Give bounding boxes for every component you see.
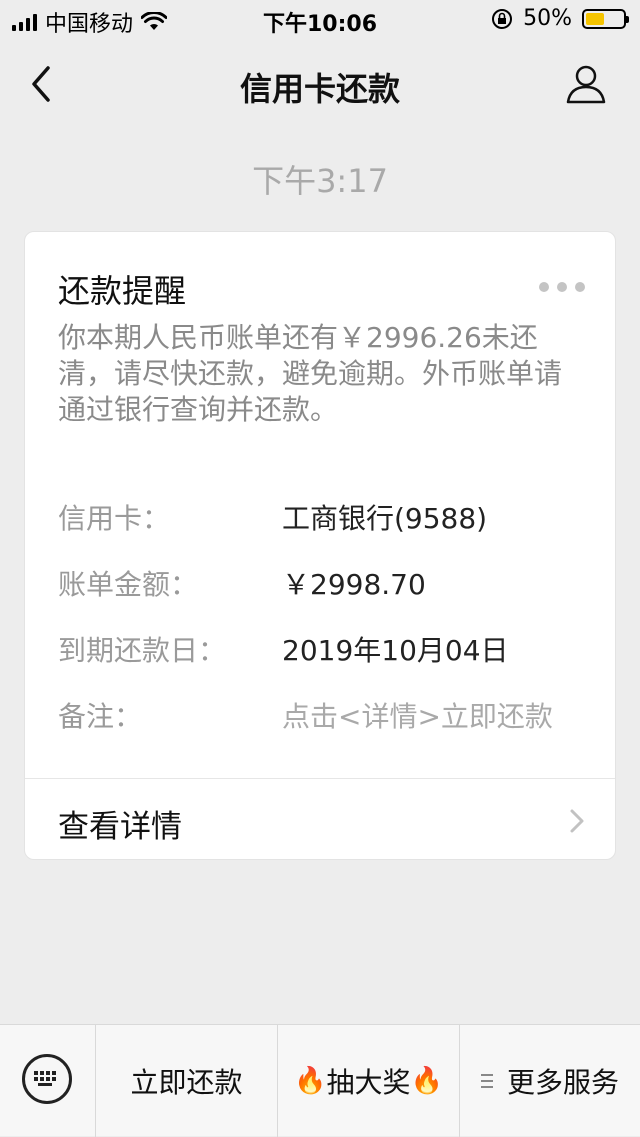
menu-repay-now[interactable]: 立即还款 xyxy=(96,1025,278,1137)
menu-more-services[interactable]: 更多服务 xyxy=(460,1025,640,1137)
card-description: 你本期人民币账单还有￥2996.26未还清，请尽快还款，避免逾期。外币账单请通过… xyxy=(58,321,563,426)
keyboard-icon xyxy=(22,1054,72,1104)
row-label: 备注： xyxy=(58,700,143,733)
message-timestamp: 下午3:17 xyxy=(252,162,388,200)
user-icon xyxy=(566,65,606,104)
submenu-icon xyxy=(480,1074,493,1088)
chevron-right-icon xyxy=(570,809,584,833)
rotation-lock-icon xyxy=(492,8,513,29)
menu-label: 抽大奖 xyxy=(326,1066,411,1099)
row-label: 到期还款日： xyxy=(58,634,227,667)
card-details: 信用卡： 工商银行(9588) 账单金额： ￥2998.70 到期还款日： 20… xyxy=(58,484,595,748)
fire-icon: 🔥 xyxy=(410,1066,443,1096)
menu-label: 更多服务 xyxy=(506,1066,619,1099)
view-details-link[interactable]: 查看详情 xyxy=(25,779,615,861)
page-title: 信用卡还款 xyxy=(239,70,400,108)
navigation-bar: 信用卡还款 xyxy=(0,40,640,128)
menu-lucky-draw[interactable]: 🔥 抽大奖 🔥 xyxy=(278,1025,460,1137)
row-label: 账单金额： xyxy=(58,568,199,601)
battery-level xyxy=(586,12,604,25)
menu-label: 立即还款 xyxy=(130,1066,243,1099)
fire-icon: 🔥 xyxy=(294,1066,327,1096)
status-bar: 中国移动 下午10:06 50% xyxy=(0,0,640,40)
row-value: 点击<详情>立即还款 xyxy=(282,700,553,733)
row-value: 2019年10月04日 xyxy=(282,634,509,667)
view-details-label: 查看详情 xyxy=(58,809,182,845)
row-label: 信用卡： xyxy=(58,502,171,535)
detail-row-bill-amount: 账单金额： ￥2998.70 xyxy=(58,550,595,616)
bottom-menu-bar: 立即还款 🔥 抽大奖 🔥 更多服务 xyxy=(0,1024,640,1137)
row-value: 工商银行(9588) xyxy=(282,502,488,535)
status-right: 50% xyxy=(491,6,629,31)
detail-row-credit-card: 信用卡： 工商银行(9588) xyxy=(58,484,595,550)
detail-row-due-date: 到期还款日： 2019年10月04日 xyxy=(58,616,595,682)
row-value: ￥2998.70 xyxy=(282,568,426,601)
battery-percent: 50% xyxy=(523,6,572,31)
card-title: 还款提醒 xyxy=(58,272,187,310)
keyboard-toggle-button[interactable] xyxy=(0,1025,96,1137)
profile-button[interactable] xyxy=(564,62,608,106)
battery-icon xyxy=(582,8,629,29)
repayment-reminder-card[interactable]: 还款提醒 你本期人民币账单还有￥2996.26未还清，请尽快还款，避免逾期。外币… xyxy=(24,231,616,860)
detail-row-remark: 备注： 点击<详情>立即还款 xyxy=(58,682,595,748)
more-options-icon[interactable] xyxy=(539,282,585,292)
